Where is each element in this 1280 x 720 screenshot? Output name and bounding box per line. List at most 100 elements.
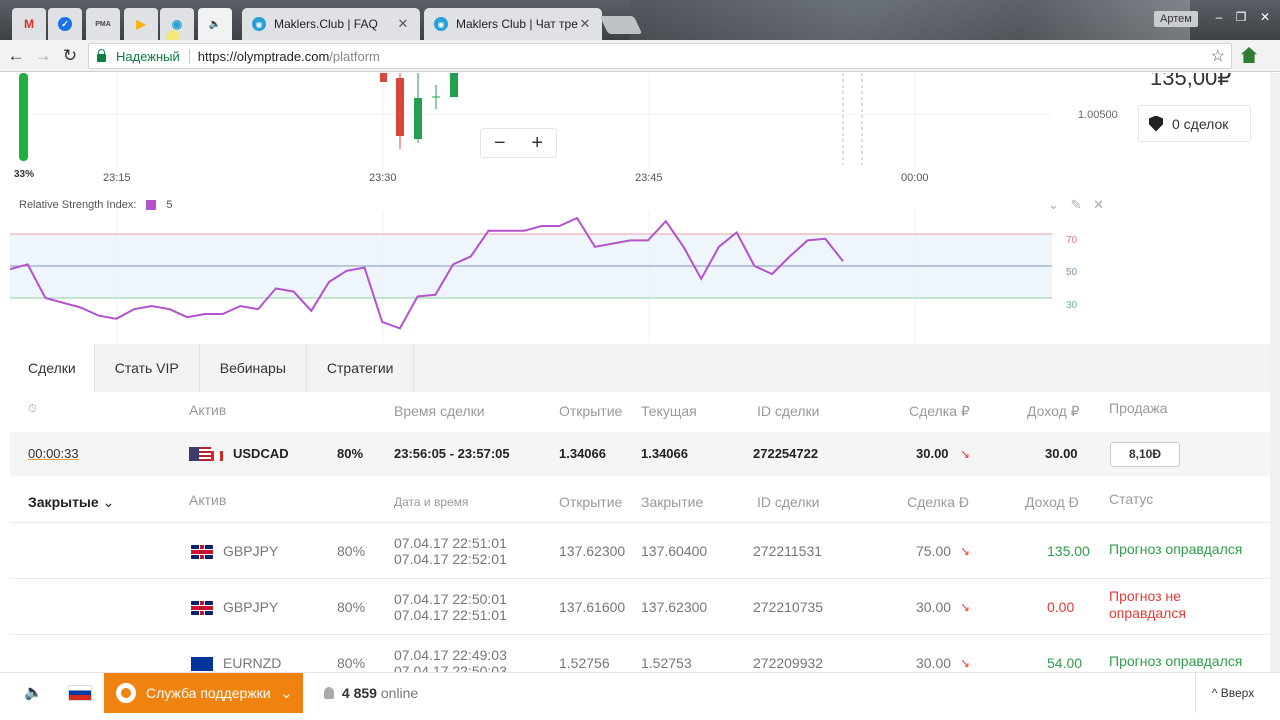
deal-amount: 75.00 [916,543,952,559]
payout-percent: 80% [337,655,366,671]
zoom-in-button[interactable]: + [519,129,557,157]
deal-income: 135.00 [1047,543,1090,559]
deal-amount: 30.00 [916,446,949,461]
pinned-tab-play[interactable]: ▶ [124,8,158,40]
tab-strategies[interactable]: Стратегии [307,344,415,392]
deal-id: 272254722 [753,446,819,461]
rsi-panel: Relative Strength Index: 5 ⌄ ✎ ✕ 70 50 3… [10,191,1120,343]
browser-tab-strip: M ✓ PMA ▶ ◉ 🔈 ◉ Maklers.Club | FAQ ✕ ◉ M… [0,0,1280,40]
check-icon: ✓ [58,17,72,31]
profile-button[interactable]: Артем [1154,11,1198,27]
zoom-control: − + [480,128,557,158]
direction-down-icon: ↘ [960,656,971,670]
pinned-tab-check[interactable]: ✓ [48,8,82,40]
rsi-title-text: Relative Strength Index: [19,199,137,211]
deal-time: 23:56:05 - 23:57:05 [394,446,510,461]
url-host: https://olymptrade.com [197,48,330,64]
bookmark-star-icon[interactable]: ☆ [1211,46,1225,66]
open-price: 137.61600 [559,599,626,615]
sell-button[interactable]: 8,10Ð [1110,442,1180,467]
rsi-title: Relative Strength Index: 5 [19,199,173,211]
direction-down-icon: ↘ [960,600,971,614]
tab-vip[interactable]: Стать VIP [95,344,200,392]
open-deal-row[interactable]: 00:00:33 USDCAD 80% 23:56:05 - 23:57:05 … [10,432,1270,476]
maklers-icon: ◉ [171,17,183,31]
close-icon[interactable]: ✕ [1093,197,1104,212]
payout-percent: 80% [337,446,364,461]
closed-deal-row[interactable]: GBPJPY 80% 07.04.17 22:50:01 07.04.17 22:51… [10,579,1270,635]
online-count: 4 859 [341,685,377,701]
tab-webinars[interactable]: Вебинары [200,344,307,392]
open-price: 1.34066 [559,446,606,461]
rsi-level-30: 30 [1066,300,1078,311]
pinned-tab-gmail[interactable]: M [12,8,46,40]
forward-button[interactable]: → [33,46,53,66]
pinned-tab-pma[interactable]: PMA [86,8,120,40]
col-amount: Сделка Ð [907,494,969,510]
col-id: ID сделки [757,494,820,510]
deal-id: 272211531 [753,543,823,559]
col-status: Статус [1109,491,1154,507]
close-tab-icon[interactable]: ✕ [396,16,410,32]
deal-amount: 30.00 [916,655,952,671]
tab-maklers-faq[interactable]: ◉ Maklers.Club | FAQ ✕ [242,8,420,40]
time-label: 23:15 [103,172,131,184]
deal-time-end: 07.04.17 22:52:01 [394,551,507,567]
col-id: ID сделки [757,403,820,419]
eu-flag-icon [191,657,213,672]
current-price: 1.34066 [641,446,688,461]
closed-toggle[interactable]: Закрытые ⌄ [28,494,114,511]
zoom-out-button[interactable]: − [481,129,519,157]
user-icon [324,687,334,699]
support-label: Служба поддержки [146,685,271,701]
close-tab-icon[interactable]: ✕ [578,16,592,32]
close-price: 137.62300 [641,599,708,615]
closed-deal-row[interactable]: GBPJPY 80% 07.04.17 22:51:01 07.04.17 22:52… [10,523,1270,579]
home-extension-icon[interactable] [1241,47,1257,63]
deal-income: 54.00 [1047,655,1083,671]
url-input[interactable]: Надежный https://olymptrade.com/platform… [88,43,1232,69]
maximize-button[interactable]: ❐ [1230,10,1252,24]
russia-flag-icon[interactable] [68,685,92,701]
minimize-button[interactable]: – [1208,10,1230,24]
tab-deals[interactable]: Сделки [10,344,95,392]
strength-percent: 33% [14,169,35,180]
deals-counter-button[interactable]: 0 сделок [1138,105,1251,142]
rsi-period: 5 [166,199,173,211]
time-label: 00:00 [901,172,929,184]
theme-background [630,0,1190,40]
deal-time-start: 07.04.17 22:51:01 [394,535,507,551]
lock-icon [97,48,106,62]
deal-id: 272210735 [753,599,824,615]
col-sell: Продажа [1109,400,1168,416]
deal-id: 272209932 [753,655,824,671]
cursor-highlight [166,30,180,40]
page-scrollbar[interactable] [1270,73,1280,680]
reload-button[interactable]: ↻ [60,46,80,66]
asset-name: GBPJPY [223,599,279,615]
asset-cell: EURNZD [191,655,281,672]
edit-icon[interactable]: ✎ [1071,197,1082,212]
col-asset: Актив [189,402,227,418]
strength-bar [19,73,28,161]
pinned-tab-audio[interactable]: 🔈 [198,8,232,40]
sound-icon[interactable]: 🔈 [24,683,43,701]
back-button[interactable]: ← [6,46,26,66]
secure-label[interactable]: Надежный [116,48,190,64]
rsi-tools: ⌄ ✎ ✕ [1040,197,1104,213]
deal-status: Прогноз не оправдался [1109,588,1186,621]
rsi-color-swatch [146,200,157,210]
closed-deals-header: Закрытые ⌄ Актив Дата и время Открытие З… [10,482,1270,522]
clock-icon: ⏱ [28,403,37,415]
payout-percent: 80% [337,599,366,615]
tab-maklers-chat[interactable]: ◉ Maklers Club | Чат трейд ✕ [424,8,602,40]
open-price: 1.52756 [559,655,610,671]
play-icon: ▶ [136,17,146,31]
collapse-icon[interactable]: ⌄ [1048,197,1059,212]
support-button[interactable]: Служба поддержки ⌄ [104,673,303,713]
close-window-button[interactable]: ✕ [1254,10,1276,24]
scroll-up-button[interactable]: ^ Вверх [1195,673,1270,713]
asset-name: USDCAD [233,446,289,461]
deal-income: 0.00 [1047,599,1075,615]
closed-title: Закрытые [28,494,99,510]
